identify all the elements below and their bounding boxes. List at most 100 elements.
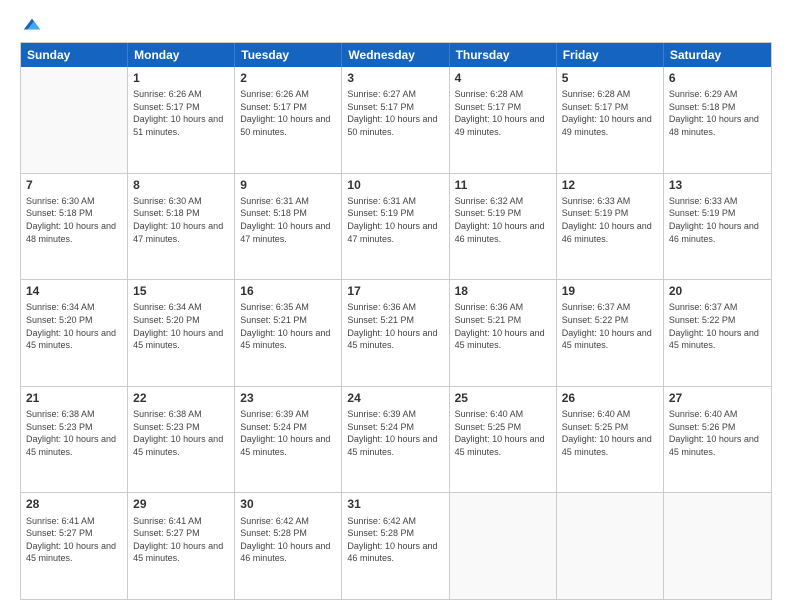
day-number: 20 (669, 283, 766, 299)
cal-cell: 22 Sunrise: 6:38 AMSunset: 5:23 PMDayligh… (128, 387, 235, 493)
day-info: Sunrise: 6:38 AMSunset: 5:23 PMDaylight:… (133, 408, 229, 458)
day-info: Sunrise: 6:38 AMSunset: 5:23 PMDaylight:… (26, 408, 122, 458)
cal-cell: 20 Sunrise: 6:37 AMSunset: 5:22 PMDayligh… (664, 280, 771, 386)
day-number: 13 (669, 177, 766, 193)
day-number: 19 (562, 283, 658, 299)
cal-cell: 16 Sunrise: 6:35 AMSunset: 5:21 PMDayligh… (235, 280, 342, 386)
day-info: Sunrise: 6:30 AMSunset: 5:18 PMDaylight:… (26, 195, 122, 245)
cal-cell: 8 Sunrise: 6:30 AMSunset: 5:18 PMDaylight… (128, 174, 235, 280)
day-info: Sunrise: 6:31 AMSunset: 5:19 PMDaylight:… (347, 195, 443, 245)
day-info: Sunrise: 6:28 AMSunset: 5:17 PMDaylight:… (455, 88, 551, 138)
day-number: 21 (26, 390, 122, 406)
day-number: 25 (455, 390, 551, 406)
cal-cell: 11 Sunrise: 6:32 AMSunset: 5:19 PMDayligh… (450, 174, 557, 280)
day-number: 31 (347, 496, 443, 512)
logo-icon (22, 16, 42, 34)
day-number: 17 (347, 283, 443, 299)
cal-cell (450, 493, 557, 599)
cal-cell: 7Sunrise: 6:30 AMSunset: 5:18 PMDaylight… (21, 174, 128, 280)
day-number: 24 (347, 390, 443, 406)
calendar-row-0: 1 Sunrise: 6:26 AMSunset: 5:17 PMDaylight… (21, 67, 771, 174)
day-info: Sunrise: 6:33 AMSunset: 5:19 PMDaylight:… (669, 195, 766, 245)
day-info: Sunrise: 6:41 AMSunset: 5:27 PMDaylight:… (26, 515, 122, 565)
header-day-tuesday: Tuesday (235, 43, 342, 67)
day-number: 16 (240, 283, 336, 299)
logo-text (20, 16, 42, 34)
day-number: 2 (240, 70, 336, 86)
calendar-row-4: 28 Sunrise: 6:41 AMSunset: 5:27 PMDayligh… (21, 493, 771, 599)
cal-cell: 14 Sunrise: 6:34 AMSunset: 5:20 PMDayligh… (21, 280, 128, 386)
day-info: Sunrise: 6:41 AMSunset: 5:27 PMDaylight:… (133, 515, 229, 565)
day-number: 29 (133, 496, 229, 512)
cal-cell: 15 Sunrise: 6:34 AMSunset: 5:20 PMDayligh… (128, 280, 235, 386)
cal-cell (664, 493, 771, 599)
calendar-body: 1 Sunrise: 6:26 AMSunset: 5:17 PMDaylight… (21, 67, 771, 599)
cal-cell: 27Sunrise: 6:40 AMSunset: 5:26 PMDayligh… (664, 387, 771, 493)
day-info: Sunrise: 6:40 AMSunset: 5:26 PMDaylight:… (669, 408, 766, 458)
day-info: Sunrise: 6:36 AMSunset: 5:21 PMDaylight:… (455, 301, 551, 351)
day-info: Sunrise: 6:42 AMSunset: 5:28 PMDaylight:… (240, 515, 336, 565)
day-number: 5 (562, 70, 658, 86)
day-number: 28 (26, 496, 122, 512)
calendar: SundayMondayTuesdayWednesdayThursdayFrid… (20, 42, 772, 600)
day-info: Sunrise: 6:30 AMSunset: 5:18 PMDaylight:… (133, 195, 229, 245)
cal-cell: 13 Sunrise: 6:33 AMSunset: 5:19 PMDayligh… (664, 174, 771, 280)
calendar-row-1: 7Sunrise: 6:30 AMSunset: 5:18 PMDaylight… (21, 174, 771, 281)
day-number: 6 (669, 70, 766, 86)
cal-cell: 18 Sunrise: 6:36 AMSunset: 5:21 PMDayligh… (450, 280, 557, 386)
day-info: Sunrise: 6:29 AMSunset: 5:18 PMDaylight:… (669, 88, 766, 138)
header-day-friday: Friday (557, 43, 664, 67)
day-number: 22 (133, 390, 229, 406)
cal-cell: 29 Sunrise: 6:41 AMSunset: 5:27 PMDayligh… (128, 493, 235, 599)
calendar-row-2: 14 Sunrise: 6:34 AMSunset: 5:20 PMDayligh… (21, 280, 771, 387)
header-day-saturday: Saturday (664, 43, 771, 67)
cal-cell: 3 Sunrise: 6:27 AMSunset: 5:17 PMDaylight… (342, 67, 449, 173)
day-number: 4 (455, 70, 551, 86)
day-info: Sunrise: 6:40 AMSunset: 5:25 PMDaylight:… (455, 408, 551, 458)
header-day-monday: Monday (128, 43, 235, 67)
day-info: Sunrise: 6:26 AMSunset: 5:17 PMDaylight:… (240, 88, 336, 138)
cal-cell: 2 Sunrise: 6:26 AMSunset: 5:17 PMDaylight… (235, 67, 342, 173)
day-info: Sunrise: 6:39 AMSunset: 5:24 PMDaylight:… (347, 408, 443, 458)
cal-cell: 25 Sunrise: 6:40 AMSunset: 5:25 PMDayligh… (450, 387, 557, 493)
header-day-thursday: Thursday (450, 43, 557, 67)
cal-cell: 23 Sunrise: 6:39 AMSunset: 5:24 PMDayligh… (235, 387, 342, 493)
day-number: 8 (133, 177, 229, 193)
day-number: 3 (347, 70, 443, 86)
cal-cell: 28 Sunrise: 6:41 AMSunset: 5:27 PMDayligh… (21, 493, 128, 599)
cal-cell: 24 Sunrise: 6:39 AMSunset: 5:24 PMDayligh… (342, 387, 449, 493)
cal-cell: 26Sunrise: 6:40 AMSunset: 5:25 PMDayligh… (557, 387, 664, 493)
cal-cell: 6 Sunrise: 6:29 AMSunset: 5:18 PMDaylight… (664, 67, 771, 173)
day-info: Sunrise: 6:32 AMSunset: 5:19 PMDaylight:… (455, 195, 551, 245)
day-number: 30 (240, 496, 336, 512)
day-number: 15 (133, 283, 229, 299)
header (20, 16, 772, 34)
day-info: Sunrise: 6:31 AMSunset: 5:18 PMDaylight:… (240, 195, 336, 245)
day-info: Sunrise: 6:42 AMSunset: 5:28 PMDaylight:… (347, 515, 443, 565)
page: SundayMondayTuesdayWednesdayThursdayFrid… (0, 0, 792, 612)
calendar-row-3: 21 Sunrise: 6:38 AMSunset: 5:23 PMDayligh… (21, 387, 771, 494)
day-number: 14 (26, 283, 122, 299)
day-info: Sunrise: 6:33 AMSunset: 5:19 PMDaylight:… (562, 195, 658, 245)
day-info: Sunrise: 6:27 AMSunset: 5:17 PMDaylight:… (347, 88, 443, 138)
day-info: Sunrise: 6:37 AMSunset: 5:22 PMDaylight:… (562, 301, 658, 351)
day-info: Sunrise: 6:37 AMSunset: 5:22 PMDaylight:… (669, 301, 766, 351)
day-info: Sunrise: 6:36 AMSunset: 5:21 PMDaylight:… (347, 301, 443, 351)
cal-cell: 4 Sunrise: 6:28 AMSunset: 5:17 PMDaylight… (450, 67, 557, 173)
day-number: 18 (455, 283, 551, 299)
day-number: 26 (562, 390, 658, 406)
cal-cell (21, 67, 128, 173)
header-day-sunday: Sunday (21, 43, 128, 67)
cal-cell: 5Sunrise: 6:28 AMSunset: 5:17 PMDaylight… (557, 67, 664, 173)
day-number: 11 (455, 177, 551, 193)
cal-cell: 19 Sunrise: 6:37 AMSunset: 5:22 PMDayligh… (557, 280, 664, 386)
day-number: 1 (133, 70, 229, 86)
cal-cell: 9 Sunrise: 6:31 AMSunset: 5:18 PMDaylight… (235, 174, 342, 280)
day-info: Sunrise: 6:34 AMSunset: 5:20 PMDaylight:… (133, 301, 229, 351)
day-number: 9 (240, 177, 336, 193)
day-info: Sunrise: 6:39 AMSunset: 5:24 PMDaylight:… (240, 408, 336, 458)
day-info: Sunrise: 6:35 AMSunset: 5:21 PMDaylight:… (240, 301, 336, 351)
day-info: Sunrise: 6:34 AMSunset: 5:20 PMDaylight:… (26, 301, 122, 351)
cal-cell: 17 Sunrise: 6:36 AMSunset: 5:21 PMDayligh… (342, 280, 449, 386)
day-number: 23 (240, 390, 336, 406)
